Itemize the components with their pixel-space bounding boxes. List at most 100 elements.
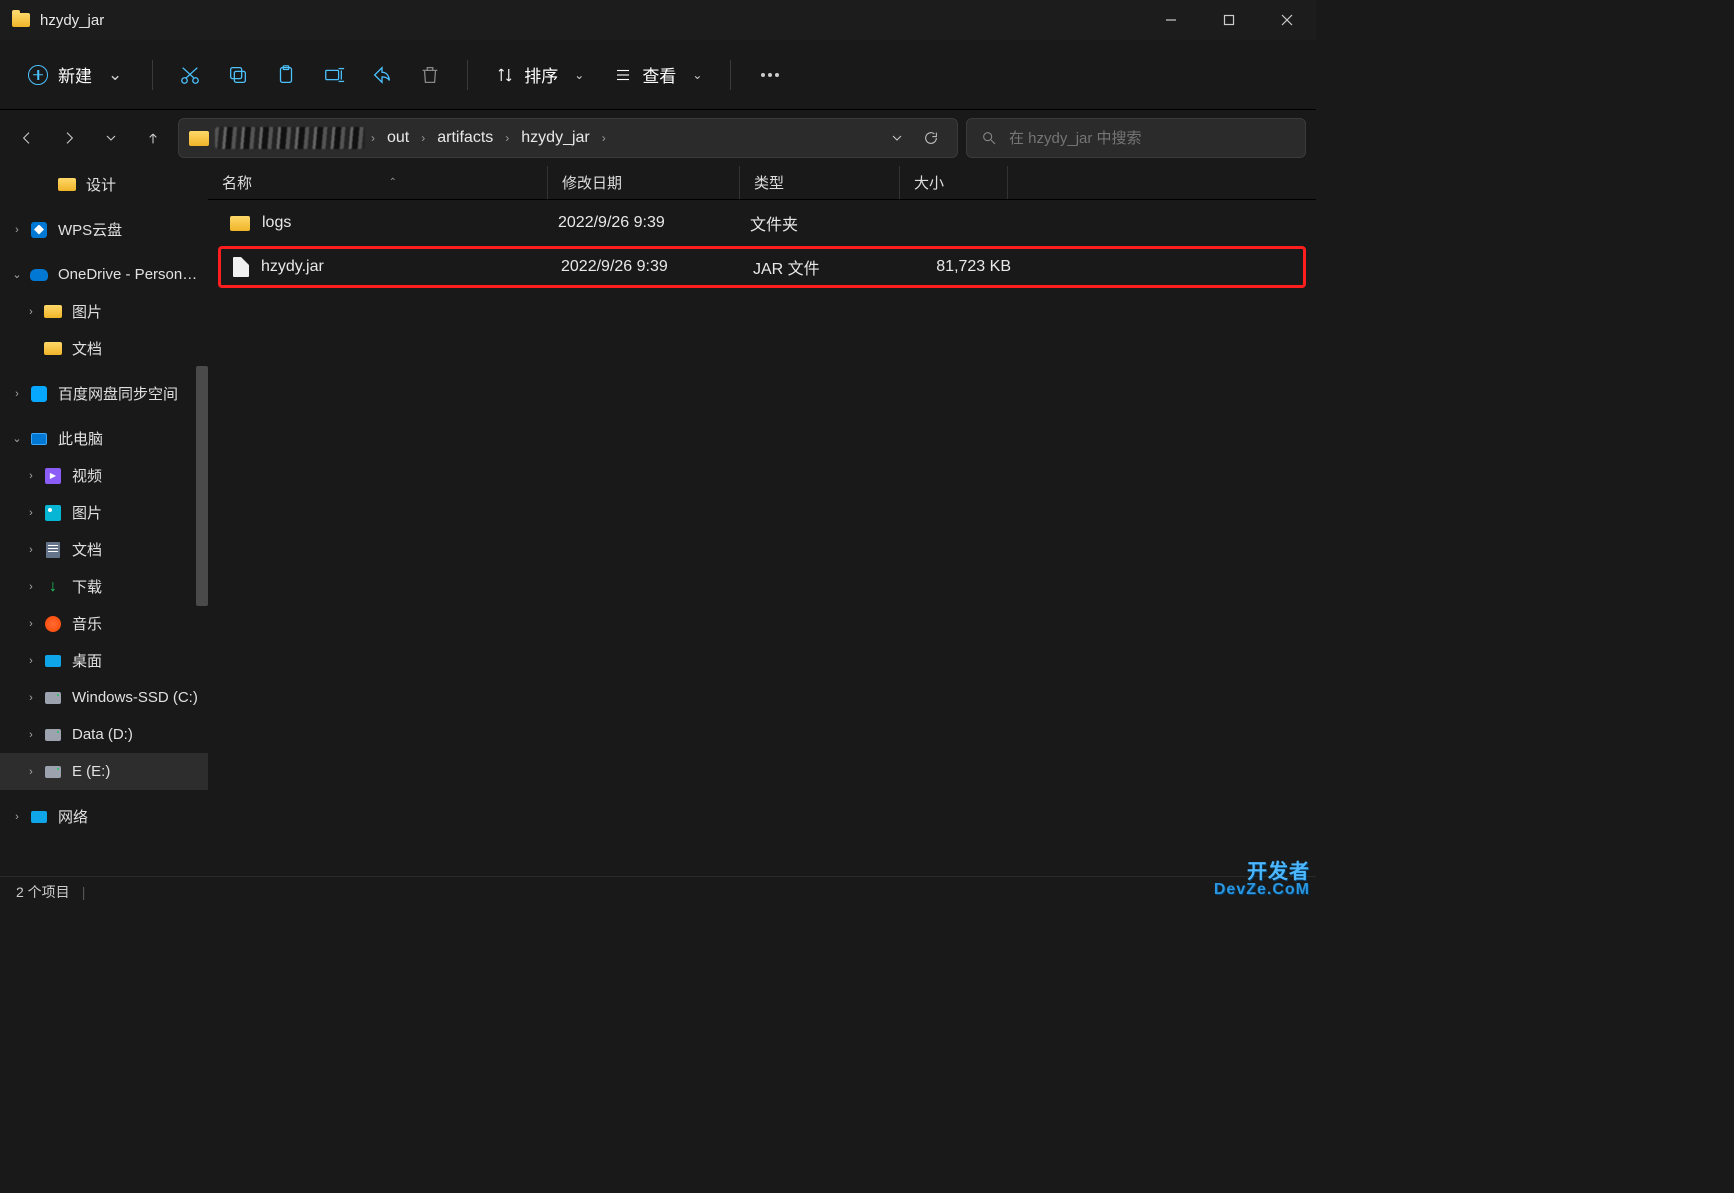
sidebar-item[interactable]: › 百度网盘同步空间	[0, 375, 208, 412]
title-bar: hzydy_jar	[0, 0, 1316, 40]
column-size[interactable]: 大小	[900, 166, 1008, 199]
minimize-button[interactable]	[1142, 0, 1200, 40]
sidebar-item-label: 下载	[72, 576, 102, 597]
file-type: 文件夹	[750, 211, 910, 235]
expander-icon[interactable]: ›	[10, 811, 24, 823]
net-icon	[30, 808, 48, 826]
file-type: JAR 文件	[753, 255, 913, 279]
sidebar-item[interactable]: › 桌面	[0, 642, 208, 679]
chevron-right-icon: ›	[602, 131, 606, 145]
column-date[interactable]: 修改日期	[548, 166, 740, 199]
sidebar-item[interactable]: › 文档	[0, 531, 208, 568]
chevron-right-icon: ›	[505, 131, 509, 145]
drive-icon	[44, 726, 62, 744]
expander-icon[interactable]: ›	[24, 729, 38, 741]
view-button[interactable]: 查看 ⌄	[602, 54, 714, 95]
column-type[interactable]: 类型	[740, 166, 900, 199]
expander-icon[interactable]: ›	[24, 581, 38, 593]
breadcrumb-segment[interactable]: out	[381, 127, 415, 149]
scrollbar-thumb[interactable]	[196, 366, 208, 606]
cut-button[interactable]	[169, 54, 211, 96]
paste-button[interactable]	[265, 54, 307, 96]
address-row: › out › artifacts › hzydy_jar ›	[0, 110, 1316, 166]
folder-icon	[44, 303, 62, 321]
new-button[interactable]: 新建 ⌄	[14, 54, 136, 95]
expander-icon[interactable]: ›	[24, 306, 38, 318]
sidebar-item[interactable]: 设计	[0, 166, 208, 203]
toolbar: 新建 ⌄ 排序 ⌄ 查看 ⌄	[0, 40, 1316, 110]
sidebar-item-label: OneDrive - Person…	[58, 266, 197, 283]
expander-icon[interactable]: ›	[24, 655, 38, 667]
copy-button[interactable]	[217, 54, 259, 96]
rename-button[interactable]	[313, 54, 355, 96]
sidebar-item[interactable]: › WPS云盘	[0, 211, 208, 248]
refresh-icon[interactable]	[923, 130, 939, 146]
plus-icon	[28, 65, 48, 85]
sidebar-item-label: 文档	[72, 539, 102, 560]
sidebar-item[interactable]: › 音乐	[0, 605, 208, 642]
expander-icon[interactable]: ›	[24, 766, 38, 778]
delete-button[interactable]	[409, 54, 451, 96]
breadcrumb-segment[interactable]: artifacts	[431, 127, 499, 149]
search-icon	[981, 130, 997, 146]
sidebar-item[interactable]: › ↓ 下载	[0, 568, 208, 605]
drive-icon	[44, 763, 62, 781]
folder-icon	[12, 13, 30, 27]
chevron-down-icon[interactable]	[889, 130, 905, 146]
share-button[interactable]	[361, 54, 403, 96]
sidebar-item[interactable]: › Windows-SSD (C:)	[0, 679, 208, 716]
breadcrumb-segment[interactable]: hzydy_jar	[515, 127, 595, 149]
file-date: 2022/9/26 9:39	[558, 214, 750, 232]
sidebar-item-label: 视频	[72, 465, 102, 486]
back-button[interactable]	[10, 121, 44, 155]
expander-icon[interactable]: ›	[24, 544, 38, 556]
separator	[730, 60, 731, 90]
redacted-path	[215, 127, 365, 149]
sidebar-item-label: Data (D:)	[72, 726, 133, 743]
search-bar[interactable]	[966, 118, 1306, 158]
expander-icon[interactable]: ›	[24, 692, 38, 704]
more-button[interactable]	[747, 63, 793, 87]
sidebar-item[interactable]: ⌄ 此电脑	[0, 420, 208, 457]
doc-icon	[44, 541, 62, 559]
address-bar[interactable]: › out › artifacts › hzydy_jar ›	[178, 118, 958, 158]
sort-indicator-icon: ⌃	[389, 177, 397, 188]
file-row[interactable]: hzydy.jar 2022/9/26 9:39 JAR 文件 81,723 K…	[218, 246, 1306, 288]
chevron-right-icon: ›	[421, 131, 425, 145]
expander-icon[interactable]: ›	[10, 224, 24, 236]
column-headers: 名称 ⌃ 修改日期 类型 大小	[208, 166, 1316, 200]
sidebar-item[interactable]: 文档	[0, 330, 208, 367]
sidebar-item[interactable]: › 网络	[0, 798, 208, 835]
sidebar-item[interactable]: › Data (D:)	[0, 716, 208, 753]
sidebar-item-label: 图片	[72, 301, 102, 322]
sidebar-item[interactable]: › 图片	[0, 494, 208, 531]
sidebar-item[interactable]: ⌄ OneDrive - Person…	[0, 256, 208, 293]
search-input[interactable]	[1009, 130, 1291, 147]
close-button[interactable]	[1258, 0, 1316, 40]
expander-icon[interactable]: ›	[24, 618, 38, 630]
baidu-icon	[30, 385, 48, 403]
forward-button[interactable]	[52, 121, 86, 155]
up-button[interactable]	[136, 121, 170, 155]
column-name[interactable]: 名称 ⌃	[208, 166, 548, 199]
expander-icon[interactable]: ›	[10, 388, 24, 400]
folder-icon	[230, 216, 250, 231]
expander-icon[interactable]: ›	[24, 507, 38, 519]
sidebar-item[interactable]: › E (E:)	[0, 753, 208, 790]
sidebar: 设计› WPS云盘⌄ OneDrive - Person…› 图片 文档› 百度…	[0, 166, 208, 876]
sort-button[interactable]: 排序 ⌄	[484, 54, 596, 95]
maximize-button[interactable]	[1200, 0, 1258, 40]
expander-icon[interactable]: ⌄	[10, 268, 24, 281]
window-controls	[1142, 0, 1316, 40]
chevron-right-icon: ›	[371, 131, 375, 145]
expander-icon[interactable]: ⌄	[10, 432, 24, 445]
separator: |	[82, 884, 86, 900]
sidebar-item-label: 音乐	[72, 613, 102, 634]
folder-icon	[44, 340, 62, 358]
sidebar-item[interactable]: › 视频	[0, 457, 208, 494]
recent-button[interactable]	[94, 121, 128, 155]
expander-icon[interactable]: ›	[24, 470, 38, 482]
sidebar-item[interactable]: › 图片	[0, 293, 208, 330]
sort-label: 排序	[524, 62, 558, 87]
file-row[interactable]: logs 2022/9/26 9:39 文件夹	[218, 202, 1306, 244]
